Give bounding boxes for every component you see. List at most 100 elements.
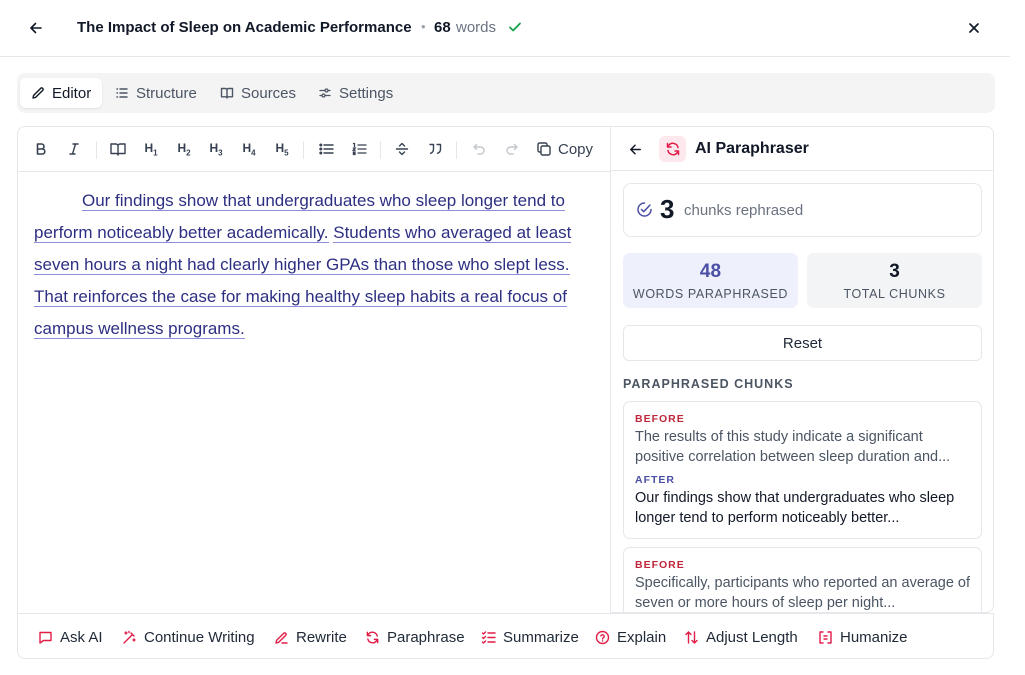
heading-5-button[interactable]: H5 — [270, 138, 294, 160]
refresh-icon — [666, 142, 679, 156]
editor-panel: H1 H2 H3 H4 H5 Copy Our findings show th… — [17, 126, 610, 614]
heading-3-button[interactable]: H3 — [204, 138, 228, 160]
action-label: Ask AI — [60, 628, 103, 646]
numbered-list-icon — [351, 142, 367, 156]
paraphrased-chunk-card[interactable]: BEFORE Specifically, participants who re… — [623, 547, 982, 612]
separator-icon — [395, 142, 409, 156]
bullet-list-icon — [318, 143, 334, 155]
pencil-icon — [32, 87, 44, 99]
chunks-count: 3 — [660, 194, 675, 224]
document-title: The Impact of Sleep on Academic Performa… — [77, 19, 412, 36]
italic-button[interactable] — [62, 138, 86, 160]
back-button[interactable] — [24, 17, 48, 39]
heading-2-button[interactable]: H2 — [172, 138, 196, 160]
tab-label: Settings — [339, 84, 394, 102]
bullet-list-button[interactable] — [314, 138, 338, 160]
tab-structure[interactable]: Structure — [104, 78, 208, 108]
redo-button[interactable] — [500, 138, 524, 160]
close-button[interactable] — [962, 16, 986, 40]
heading-3-icon: H3 — [209, 140, 223, 158]
word-count-value: 68 — [434, 19, 451, 36]
paraphrase-button[interactable]: Paraphrase — [365, 614, 465, 660]
blockquote-book-button[interactable] — [106, 138, 130, 160]
list-check-icon — [481, 630, 496, 644]
panel-header: AI Paraphraser — [611, 127, 993, 171]
stat-label: WORDS PARAPHRASED — [632, 287, 789, 301]
continue-writing-button[interactable]: Continue Writing — [122, 614, 255, 660]
horizontal-rule-button[interactable] — [390, 138, 414, 160]
pen-icon — [275, 631, 288, 644]
action-label: Paraphrase — [387, 628, 465, 646]
book-icon — [220, 87, 234, 99]
section-title: PARAPHRASED CHUNKS — [623, 377, 794, 391]
tab-label: Sources — [241, 84, 297, 102]
bold-button[interactable] — [29, 138, 53, 160]
copy-icon — [537, 142, 551, 156]
chat-icon — [39, 631, 52, 644]
sliders-icon — [319, 88, 331, 98]
toolbar-divider — [96, 141, 97, 159]
explain-button[interactable]: Explain — [595, 614, 666, 660]
toolbar-divider — [303, 141, 304, 159]
after-label: AFTER — [635, 474, 675, 486]
undo-button[interactable] — [467, 138, 491, 160]
rewrite-button[interactable]: Rewrite — [274, 614, 347, 660]
check-circle-icon — [636, 201, 653, 218]
paraphrase-icon-badge — [659, 136, 686, 162]
heading-1-icon: H1 — [144, 140, 158, 158]
panel-back-button[interactable] — [624, 138, 646, 160]
magic-wand-icon — [123, 630, 136, 644]
tab-editor[interactable]: Editor — [20, 78, 103, 108]
heading-4-button[interactable]: H4 — [237, 138, 261, 160]
humanize-button[interactable]: Humanize — [818, 614, 908, 660]
close-icon — [969, 23, 979, 33]
reset-button[interactable]: Reset — [623, 325, 982, 361]
tab-sources[interactable]: Sources — [209, 78, 307, 108]
word-count-label: words — [456, 19, 497, 36]
adjust-length-button[interactable]: Adjust Length — [684, 614, 798, 660]
before-label: BEFORE — [635, 413, 685, 425]
action-label: Summarize — [503, 628, 579, 646]
toolbar-divider — [456, 141, 457, 159]
tab-settings[interactable]: Settings — [307, 78, 404, 108]
heading-4-icon: H4 — [242, 140, 256, 158]
stat-value: 48 — [699, 261, 722, 282]
paraphraser-panel: AI Paraphraser 3 chunks rephrased 48 WOR… — [610, 126, 994, 613]
stat-label: TOTAL CHUNKS — [843, 287, 946, 301]
total-chunks-stat: 3 TOTAL CHUNKS — [807, 253, 982, 308]
after-text: Our findings show that undergraduates wh… — [635, 490, 955, 526]
help-circle-icon — [595, 630, 610, 644]
tab-label: Structure — [136, 84, 197, 102]
copy-label: Copy — [558, 140, 594, 158]
stat-value: 3 — [889, 261, 900, 282]
arrows-updown-icon — [685, 630, 698, 644]
ask-ai-button[interactable]: Ask AI — [38, 614, 103, 660]
separator-dot: • — [421, 19, 426, 34]
redo-icon — [506, 143, 518, 155]
arrow-left-icon — [629, 144, 641, 154]
chunks-rephrased-card: 3 chunks rephrased — [623, 183, 982, 237]
heading-1-button[interactable]: H1 — [139, 138, 163, 160]
book-open-icon — [110, 143, 126, 156]
copy-button[interactable]: Copy — [536, 138, 593, 160]
quote-button[interactable] — [423, 138, 447, 160]
bold-icon — [36, 143, 46, 155]
heading-5-icon: H5 — [275, 140, 289, 158]
action-label: Rewrite — [296, 628, 347, 646]
action-label: Humanize — [840, 628, 908, 646]
before-text: The results of this study indicate a sig… — [635, 429, 951, 465]
action-label: Adjust Length — [706, 628, 798, 646]
action-label: Continue Writing — [144, 628, 255, 646]
tab-bar: Editor Structure Sources Settings — [17, 73, 995, 113]
editor-content[interactable]: Our findings show that undergraduates wh… — [34, 185, 590, 345]
action-label: Explain — [617, 628, 667, 646]
words-paraphrased-stat: 48 WORDS PARAPHRASED — [623, 253, 798, 308]
tab-label: Editor — [52, 84, 92, 102]
before-label: BEFORE — [635, 559, 685, 571]
arrow-left-icon — [30, 22, 42, 34]
top-header: The Impact of Sleep on Academic Performa… — [0, 0, 1010, 57]
summarize-button[interactable]: Summarize — [481, 614, 579, 660]
panel-title: AI Paraphraser — [695, 140, 809, 157]
numbered-list-button[interactable] — [347, 138, 371, 160]
paraphrased-chunk-card[interactable]: BEFORE The results of this study indicat… — [623, 401, 982, 539]
